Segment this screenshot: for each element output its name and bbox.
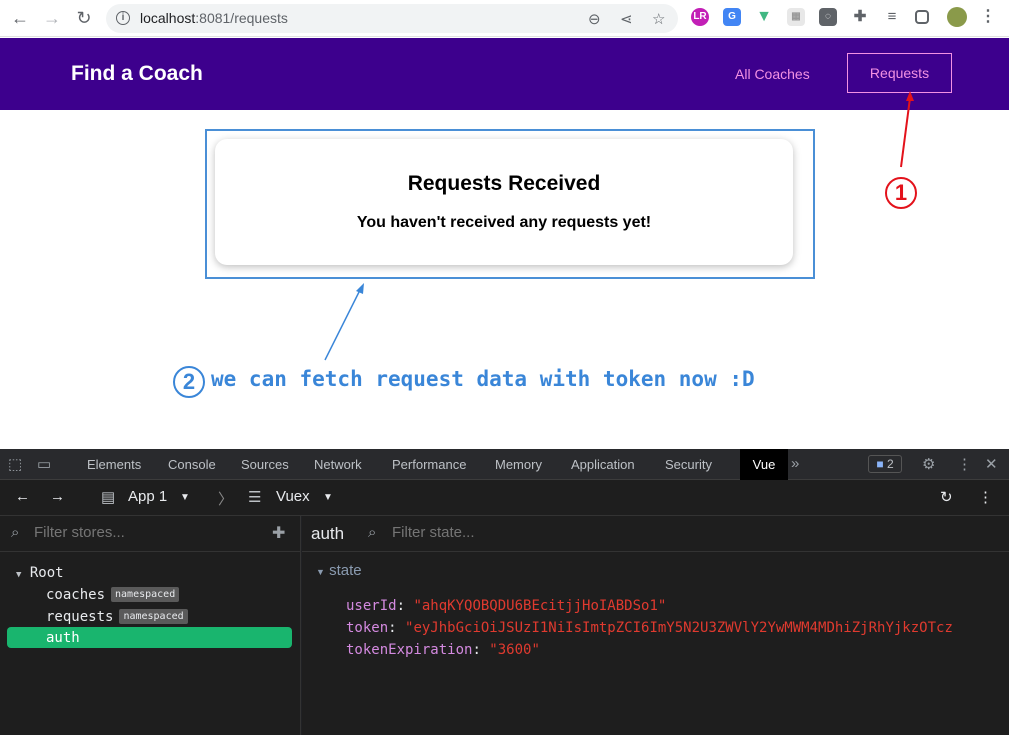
- namespaced-badge: namespaced: [119, 609, 188, 624]
- annotation-arrow-2: [324, 289, 361, 361]
- devtools-panel: ⬚ ▭ Elements Console Sources Network Per…: [0, 449, 1009, 735]
- vue-menu-icon[interactable]: ⋮: [978, 488, 993, 506]
- annotation-arrowhead-2: [356, 283, 364, 294]
- filter-state-input[interactable]: [392, 524, 692, 541]
- filter-stores-input[interactable]: [34, 524, 264, 541]
- tree-item-coaches[interactable]: coaches namespaced: [46, 587, 180, 603]
- app-select[interactable]: App 1: [128, 488, 167, 505]
- state-header: auth ⌕: [302, 516, 1009, 552]
- tab-memory[interactable]: Memory: [495, 457, 542, 472]
- inspect-element-icon[interactable]: ⬚: [8, 455, 22, 473]
- forward-icon[interactable]: →: [50, 488, 65, 505]
- state-pane: auth ⌕ ▼ state userId: "ahqKYQOBQDU6BEci…: [302, 516, 1009, 735]
- puzzle-icon[interactable]: ✚: [272, 523, 285, 543]
- tree-root[interactable]: ▼ Root: [16, 565, 64, 581]
- tree-item-auth-label: auth: [46, 630, 80, 646]
- close-devtools-icon[interactable]: ✕: [985, 455, 998, 473]
- state-row-token: token: "eyJhbGciOiJSUzI1NiIsImtpZCI6ImY5…: [346, 620, 953, 636]
- vue-toolbar: ← → ▤ App 1 ▼ 〉 ☰ Vuex ▼ ↻ ⋮: [0, 480, 1009, 516]
- issues-badge[interactable]: ■ 2: [868, 455, 902, 473]
- namespaced-badge: namespaced: [111, 587, 180, 602]
- tab-security[interactable]: Security: [665, 457, 712, 472]
- settings-gear-icon[interactable]: ⚙: [922, 455, 935, 473]
- app-icon: ▤: [101, 489, 116, 506]
- annotation-number-1: 1: [885, 177, 917, 209]
- devtools-menu-icon[interactable]: ⋮: [957, 455, 972, 473]
- state-row-userid: userId: "ahqKYQOBQDU6BEcitjjHoIABDSo1": [346, 598, 667, 614]
- devtools-tab-bar: ⬚ ▭ Elements Console Sources Network Per…: [0, 449, 1009, 480]
- state-section-toggle[interactable]: ▼ state: [316, 562, 362, 579]
- tree-item-requests[interactable]: requests namespaced: [46, 609, 188, 625]
- search-icon: ⌕: [11, 524, 20, 541]
- annotation-arrowhead-1: [906, 91, 914, 101]
- app-chevron-down-icon[interactable]: ▼: [180, 492, 190, 503]
- refresh-icon[interactable]: ↻: [940, 488, 953, 506]
- more-tabs-icon[interactable]: »: [791, 455, 799, 472]
- collapse-caret-icon: ▼: [316, 567, 325, 577]
- annotation-number-2: 2: [173, 366, 205, 398]
- message-icon: ■: [876, 457, 884, 471]
- tab-network[interactable]: Network: [314, 457, 362, 472]
- back-icon[interactable]: ←: [15, 488, 30, 505]
- search-icon: ⌕: [368, 524, 377, 541]
- breadcrumb-chevron-icon: 〉: [218, 491, 234, 508]
- tab-console[interactable]: Console: [168, 457, 216, 472]
- filter-stores-bar: ⌕ ✚: [0, 516, 301, 552]
- annotation-note: we can fetch request data with token now…: [211, 367, 755, 391]
- state-row-token-expiration: tokenExpiration: "3600": [346, 642, 540, 658]
- vuex-icon: ☰: [248, 489, 262, 506]
- tab-performance[interactable]: Performance: [392, 457, 466, 472]
- tab-vue[interactable]: Vue: [740, 449, 788, 480]
- plugin-select[interactable]: Vuex: [276, 488, 310, 505]
- tab-elements[interactable]: Elements: [87, 457, 141, 472]
- tab-sources[interactable]: Sources: [241, 457, 289, 472]
- device-toolbar-icon[interactable]: ▭: [37, 455, 51, 473]
- plugin-chevron-down-icon[interactable]: ▼: [323, 492, 333, 503]
- annotation-arrow-1: [900, 97, 911, 168]
- module-title: auth: [311, 524, 345, 543]
- expand-caret-icon: ▼: [16, 570, 22, 580]
- tab-application[interactable]: Application: [571, 457, 635, 472]
- stores-pane: ⌕ ✚ ▼ Root coachesnamespaced requestsnam…: [0, 516, 301, 735]
